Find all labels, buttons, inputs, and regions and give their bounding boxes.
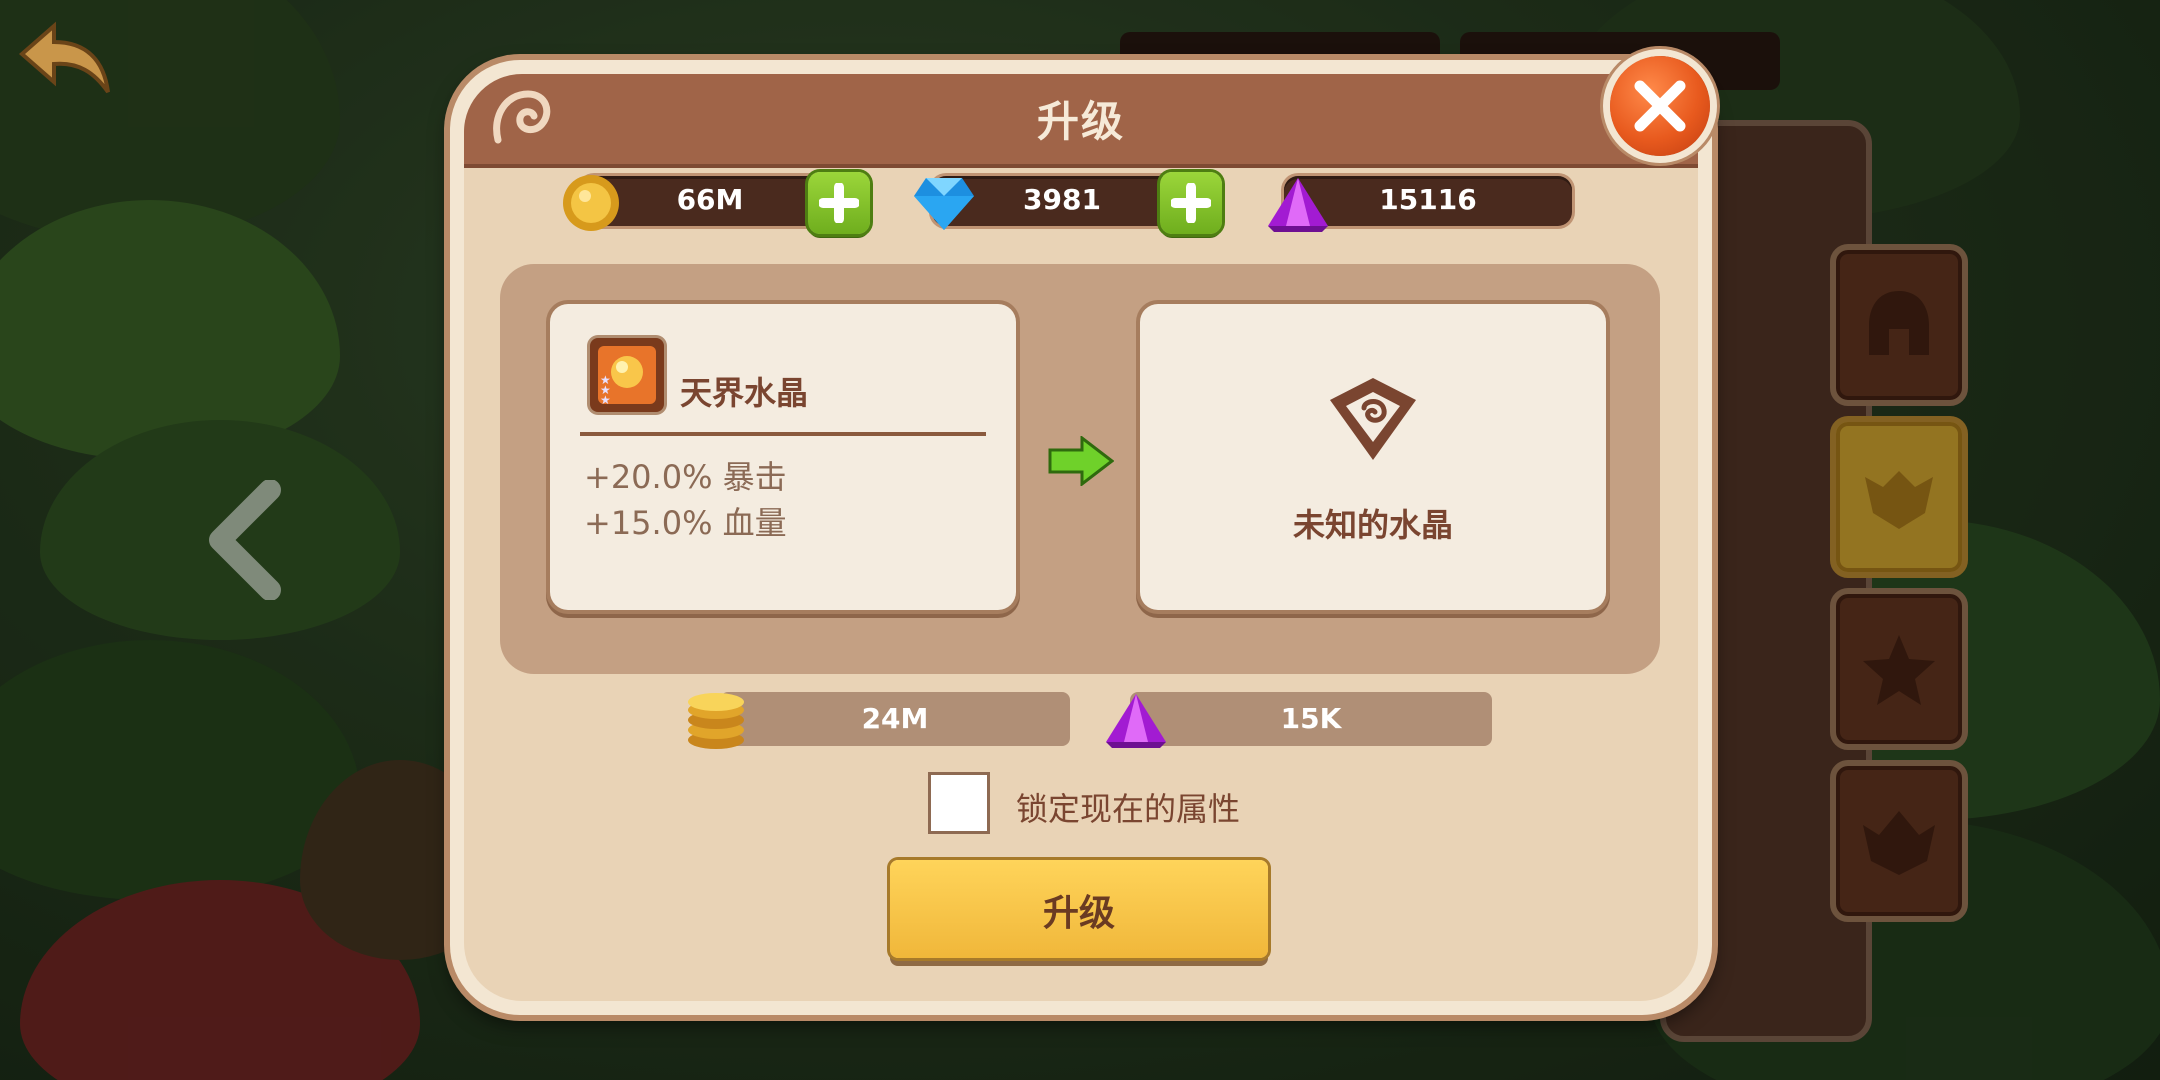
dialog-title: 升级	[1036, 97, 1125, 146]
unknown-crystal-icon	[1330, 378, 1416, 460]
purple-crystal-icon	[1106, 694, 1166, 748]
crystal-slot: ★ ★ ★	[590, 338, 664, 412]
divider	[580, 432, 986, 436]
blue-diamond-icon	[914, 178, 974, 230]
upgrade-button[interactable]: 升级	[890, 860, 1268, 958]
plus-icon	[819, 183, 859, 223]
lock-attributes-label: 锁定现在的属性	[1016, 790, 1241, 828]
gold-cost-value: 24M	[861, 702, 929, 735]
current-crystal-card: ★ ★ ★ 天界水晶 +20.0% 暴击 +15.0% 血量	[550, 304, 1016, 610]
close-button[interactable]	[1610, 56, 1710, 156]
current-crystal-name: 天界水晶	[680, 374, 809, 412]
attribute-crit: +20.0% 暴击	[584, 458, 787, 496]
previous-arrow-icon[interactable]	[200, 480, 290, 600]
gold-coin-icon	[563, 175, 619, 231]
purple-crystal-icon	[1268, 178, 1328, 232]
close-icon	[1634, 80, 1686, 132]
result-crystal-name: 未知的水晶	[1292, 506, 1453, 544]
lock-attributes-checkbox[interactable]	[928, 772, 990, 834]
gold-coin-stack-icon	[688, 693, 744, 749]
upgrade-button-label: 升级	[1042, 893, 1115, 934]
celestial-crystal-icon: ★ ★ ★	[598, 346, 656, 407]
dialog-header: 升级	[464, 74, 1698, 168]
arrow-right-icon	[1048, 436, 1114, 486]
add-diamond-button[interactable]	[1160, 172, 1222, 234]
result-crystal-card: 未知的水晶	[1140, 304, 1606, 610]
add-gold-button[interactable]	[808, 172, 870, 234]
plus-icon	[1171, 183, 1211, 223]
crystal-cost: 15K	[1130, 692, 1492, 746]
crystal-cost-value: 15K	[1280, 702, 1342, 735]
gold-cost: 24M	[720, 692, 1070, 746]
attribute-hp: +15.0% 血量	[584, 504, 787, 542]
svg-text:★: ★	[600, 393, 611, 407]
back-arrow-icon[interactable]	[18, 18, 114, 98]
